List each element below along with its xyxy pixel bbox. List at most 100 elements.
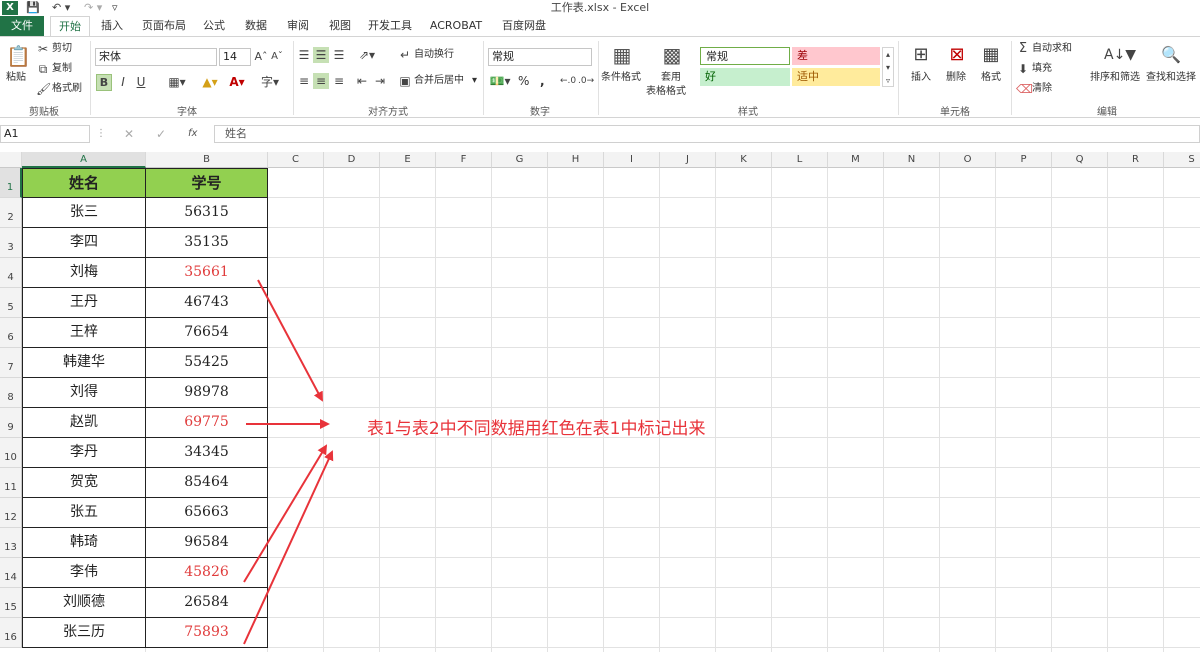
align-top-icon[interactable]: ☰ — [296, 47, 312, 63]
font-name-select[interactable]: 宋体 — [95, 48, 217, 66]
clipboard-group-label: 剪贴板 — [29, 107, 59, 118]
alignment-group-label: 对齐方式 — [368, 107, 408, 118]
format-as-table-line1[interactable]: 套用 — [661, 71, 681, 85]
align-right-icon[interactable]: ≡ — [331, 73, 347, 89]
number-format-select[interactable]: 常规 — [488, 48, 592, 66]
decrease-decimal-icon[interactable]: .0→ — [578, 73, 594, 89]
align-middle-icon[interactable]: ☰ — [313, 47, 329, 63]
style-good[interactable]: 好 — [700, 68, 790, 86]
annotation-text: 表1与表2中不同数据用红色在表1中标记出来 — [367, 419, 706, 439]
conditional-format-button[interactable]: 条件格式 — [601, 71, 641, 85]
arrow-from-row-4 — [257, 279, 323, 402]
format-cells-icon[interactable]: ▦ — [978, 41, 1004, 69]
increase-font-icon[interactable]: Aˆ — [254, 49, 268, 65]
tab-view[interactable]: 视图 — [324, 16, 356, 36]
paste-icon[interactable]: 📋 — [6, 43, 31, 69]
align-center-icon[interactable]: ≡ — [313, 73, 329, 89]
increase-indent-icon[interactable]: ⇥ — [372, 73, 388, 89]
underline-button[interactable]: U — [134, 74, 148, 90]
insert-function-button[interactable]: fx — [188, 127, 197, 141]
styles-group-label: 样式 — [738, 107, 758, 118]
name-box[interactable]: A1 — [0, 125, 90, 143]
percent-button[interactable]: % — [518, 74, 529, 88]
arrow-from-row-14 — [243, 444, 328, 583]
border-icon[interactable]: ▦▾ — [166, 74, 188, 90]
decrease-indent-icon[interactable]: ⇤ — [354, 73, 370, 89]
orientation-icon[interactable]: ⇗▾ — [356, 47, 378, 63]
sort-filter-icon[interactable]: A↓▼ — [1104, 41, 1136, 69]
styles-scroll-icon[interactable]: ▴ ▾ ▿ — [882, 47, 894, 87]
phonetic-icon[interactable]: 字▾ — [258, 74, 282, 90]
delete-cells-button[interactable]: 删除 — [946, 71, 966, 85]
format-painter-button[interactable]: 格式刷 — [52, 82, 82, 96]
style-neutral[interactable]: 适中 — [792, 68, 880, 86]
tab-insert[interactable]: 插入 — [96, 16, 128, 36]
align-left-icon[interactable]: ≡ — [296, 73, 312, 89]
cut-icon[interactable]: ✂ — [36, 41, 50, 57]
enter-icon[interactable]: ✓ — [156, 127, 166, 141]
style-bad[interactable]: 差 — [792, 47, 880, 65]
style-normal[interactable]: 常规 — [700, 47, 790, 65]
sort-filter-button[interactable]: 排序和筛选 — [1090, 71, 1140, 85]
insert-cells-button[interactable]: 插入 — [911, 71, 931, 85]
fill-button[interactable]: 填充 — [1032, 62, 1052, 76]
ribbon: 📋 粘贴 ✂ 剪切 ⧉ 复制 🖌 格式刷 剪贴板 宋体 14 Aˆ Aˇ B I… — [0, 36, 1200, 118]
tab-data[interactable]: 数据 — [240, 16, 272, 36]
merge-dropdown-icon[interactable]: ▾ — [472, 74, 477, 88]
merge-center-button[interactable]: 合并后居中 — [414, 74, 464, 88]
worksheet-grid[interactable]: ABCDEFGHIJKLMNOPQRS 1 2 3 4 5 6 7 8 9 10 11 12 13 14 1… — [0, 152, 1200, 652]
insert-cells-icon[interactable]: ⊞ — [908, 41, 934, 69]
formula-input[interactable]: 姓名 — [214, 125, 1200, 143]
find-select-button[interactable]: 查找和选择 — [1146, 71, 1196, 85]
autosum-icon[interactable]: Σ — [1016, 41, 1030, 57]
group-divider — [898, 41, 899, 115]
tab-home[interactable]: 开始 — [50, 16, 90, 37]
cancel-icon[interactable]: ✕ — [124, 127, 134, 141]
tab-acrobat[interactable]: ACROBAT — [426, 16, 486, 36]
font-size-select[interactable]: 14 — [219, 48, 251, 66]
window-title: 工作表.xlsx - Excel — [550, 1, 650, 14]
ribbon-tabs: 文件 开始 插入 页面布局 公式 数据 审阅 视图 开发工具 ACROBAT 百… — [0, 16, 1200, 37]
merge-center-icon[interactable]: ▣ — [398, 73, 412, 89]
format-as-table-icon[interactable]: ▩ — [658, 41, 686, 69]
tab-developer[interactable]: 开发工具 — [364, 16, 416, 36]
fill-icon[interactable]: ⬇ — [1016, 61, 1030, 77]
group-divider — [598, 41, 599, 115]
tab-baidu-pan[interactable]: 百度网盘 — [496, 16, 552, 36]
wrap-text-icon[interactable]: ↵ — [398, 47, 412, 63]
comma-button[interactable]: , — [540, 74, 545, 88]
fill-color-icon[interactable]: ▲▾ — [198, 74, 222, 90]
wrap-text-button[interactable]: 自动换行 — [414, 48, 454, 62]
align-bottom-icon[interactable]: ☰ — [331, 47, 347, 63]
cut-button[interactable]: 剪切 — [52, 42, 72, 56]
bold-button[interactable]: B — [96, 74, 112, 91]
tab-formulas[interactable]: 公式 — [198, 16, 230, 36]
tab-file[interactable]: 文件 — [0, 16, 44, 36]
clear-button[interactable]: 清除 — [1032, 82, 1052, 96]
find-select-icon[interactable]: 🔍 — [1158, 41, 1184, 69]
tab-page-layout[interactable]: 页面布局 — [138, 16, 190, 36]
conditional-format-icon[interactable]: ▦ — [608, 41, 636, 69]
group-divider — [483, 41, 484, 115]
group-divider — [90, 41, 91, 115]
delete-cells-icon[interactable]: ⊠ — [944, 41, 970, 69]
format-painter-icon[interactable]: 🖌 — [36, 81, 51, 97]
decrease-font-icon[interactable]: Aˇ — [270, 49, 284, 65]
increase-decimal-icon[interactable]: ←.0 — [560, 73, 576, 89]
number-group-label: 数字 — [530, 107, 550, 118]
currency-icon[interactable]: 💵▾ — [489, 73, 511, 89]
annotation-arrows — [243, 279, 334, 645]
format-as-table-line2[interactable]: 表格格式 — [646, 85, 686, 99]
paste-button[interactable]: 粘贴 — [6, 71, 26, 85]
copy-icon[interactable]: ⧉ — [36, 61, 50, 77]
tab-review[interactable]: 审阅 — [282, 16, 314, 36]
format-cells-button[interactable]: 格式 — [981, 71, 1001, 85]
font-color-icon[interactable]: A▾ — [226, 74, 248, 90]
group-divider — [293, 41, 294, 115]
copy-button[interactable]: 复制 — [52, 62, 72, 76]
title-bar: X 💾 ↶ ▾ ↷ ▾ ▿ 工作表.xlsx - Excel — [0, 0, 1200, 16]
clear-icon[interactable]: ⌫ — [1016, 81, 1033, 97]
editing-group-label: 编辑 — [1097, 107, 1117, 118]
autosum-button[interactable]: 自动求和 — [1032, 42, 1072, 56]
italic-button[interactable]: I — [116, 74, 130, 90]
